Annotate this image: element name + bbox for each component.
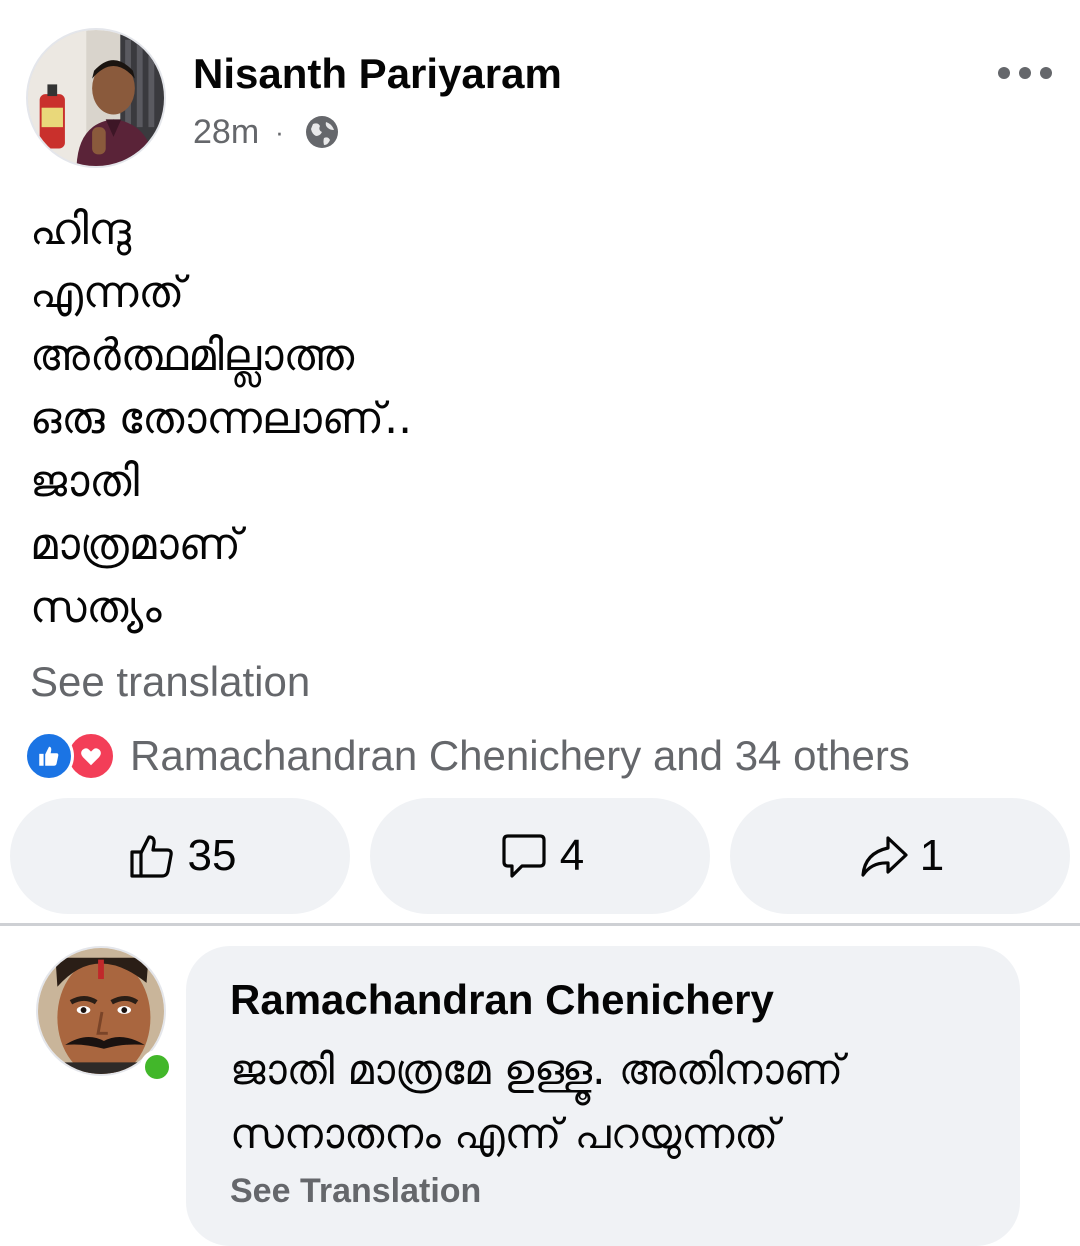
post-text: ഹിന്ദു എന്നത് അർത്ഥമില്ലാത്ത ഒരു തോന്നലാ… <box>30 198 1050 639</box>
like-button[interactable]: 35 <box>10 798 350 914</box>
post-timestamp[interactable]: 28m <box>193 113 259 152</box>
post-text-line: മാത്രമാണ് <box>30 519 241 570</box>
section-divider <box>0 923 1080 926</box>
post-text-line: ജാതി <box>30 456 140 507</box>
share-button[interactable]: 1 <box>730 798 1070 914</box>
share-count: 1 <box>919 831 945 880</box>
online-status-indicator <box>140 1050 174 1084</box>
comment-text-line: ജാതി മാത്രമേ ഉള്ളൂ. അതിനാണ് <box>230 1045 844 1094</box>
like-reaction-icon <box>24 731 74 781</box>
comment-bubble[interactable]: Ramachandran Chenichery ജാതി മാത്രമേ ഉള്… <box>186 946 1020 1246</box>
post-meta: 28m · <box>193 112 340 152</box>
comment-text-line: സനാതനം എന്ന് പറയുന്നത് <box>230 1109 779 1158</box>
post-text-line: അർത്ഥമില്ലാത്ത <box>30 330 355 381</box>
see-translation-link[interactable]: See translation <box>30 658 310 706</box>
thumbs-up-icon <box>129 835 173 878</box>
post-text-line: എന്നത് <box>30 267 185 318</box>
commenter-avatar-wrap[interactable] <box>36 946 176 1086</box>
like-count: 35 <box>187 831 237 880</box>
globe-icon <box>304 114 340 150</box>
post-text-line: സത്യം <box>30 582 162 633</box>
comment-count: 4 <box>559 831 585 880</box>
post-header: Nisanth Pariyaram 28m · <box>0 0 1080 180</box>
comment-author-name[interactable]: Ramachandran Chenichery <box>230 976 774 1024</box>
post-text-line: ഹിന്ദു <box>30 204 131 255</box>
post-actions: 35 4 1 <box>10 798 1070 914</box>
comment-text: ജാതി മാത്രമേ ഉള്ളൂ. അതിനാണ് സനാതനം എന്ന്… <box>230 1038 1000 1166</box>
comment-see-translation-link[interactable]: See Translation <box>230 1172 481 1211</box>
reactions-summary[interactable]: Ramachandran Chenichery and 34 others <box>24 728 910 784</box>
post-author-name[interactable]: Nisanth Pariyaram <box>193 50 562 98</box>
more-options-icon[interactable] <box>998 62 1052 84</box>
more-dot <box>1040 67 1052 79</box>
meta-separator: · <box>275 116 284 147</box>
author-avatar[interactable] <box>26 28 166 168</box>
comment-icon <box>502 834 546 878</box>
more-dot <box>998 67 1010 79</box>
more-dot <box>1019 67 1031 79</box>
comment-button[interactable]: 4 <box>370 798 710 914</box>
reactions-summary-text: Ramachandran Chenichery and 34 others <box>130 732 910 779</box>
post-text-line: ഒരു തോന്നലാണ്.. <box>30 393 413 444</box>
share-icon <box>861 836 908 877</box>
